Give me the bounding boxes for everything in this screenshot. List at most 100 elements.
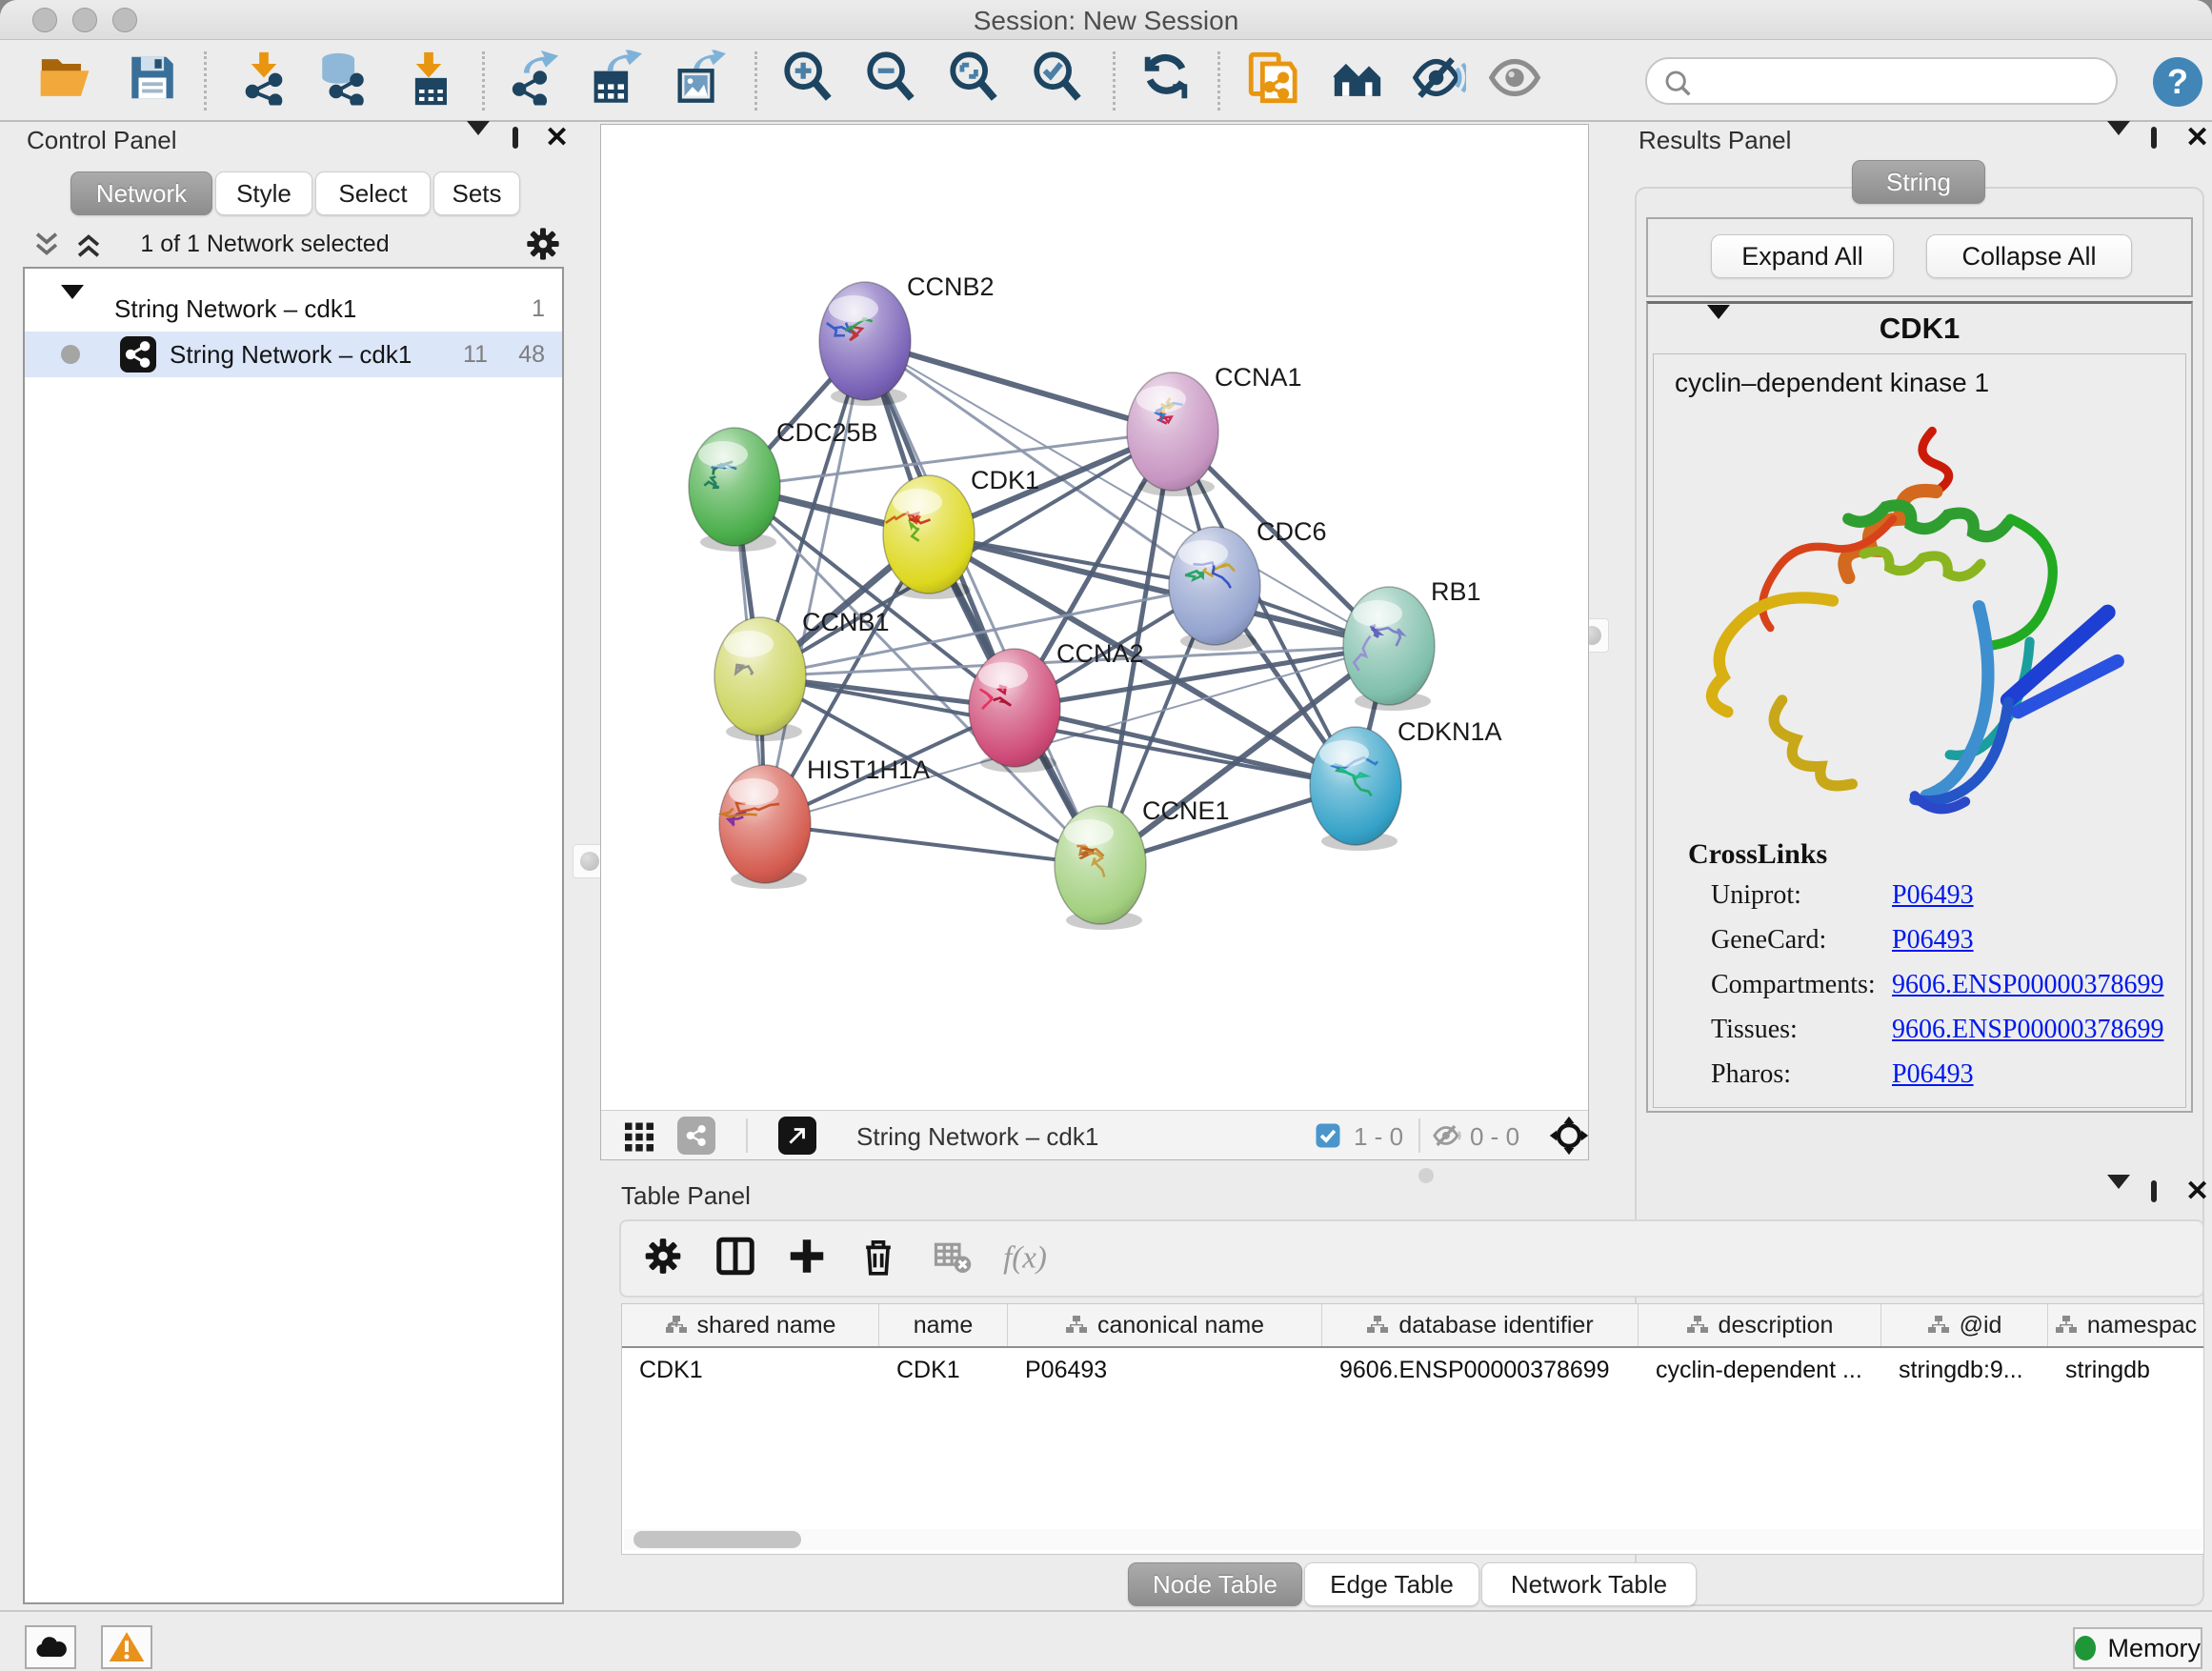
crosslink-link[interactable]: P06493 [1892,925,1974,956]
tab-select[interactable]: Select [315,171,431,215]
zoom-fit-icon[interactable] [946,50,1001,111]
network-thumbnail-icon[interactable] [677,1117,715,1155]
delete-table-icon[interactable] [933,1237,973,1281]
horizontal-scrollbar[interactable] [624,1529,2202,1550]
cell-database-identifier[interactable]: 9606.ENSP00000378699 [1322,1348,1639,1392]
tab-string-results[interactable]: String [1852,160,1985,204]
cell-id[interactable]: stringdb:9... [1881,1348,2048,1392]
zoom-out-icon[interactable] [863,50,918,111]
zoom-selected-icon[interactable] [1030,50,1085,111]
control-panel-float-icon[interactable] [513,130,518,147]
help-button[interactable]: ? [2153,57,2202,107]
network-node[interactable]: CCNA1 [1127,363,1302,496]
network-node[interactable]: CCNB2 [819,272,995,406]
control-panel-menu-icon[interactable] [467,135,490,152]
show-columns-icon[interactable] [714,1235,757,1283]
network-options-gear-icon[interactable] [524,225,562,268]
table-panel-menu-icon[interactable] [2107,1189,2130,1206]
network-node[interactable]: CDKN1A [1310,717,1502,851]
network-node-label: RB1 [1431,577,1481,606]
network-edge[interactable] [765,341,865,824]
import-table-icon[interactable] [401,50,456,111]
tab-sets[interactable]: Sets [433,171,520,215]
table-panel-close-icon[interactable]: ✕ [2185,1181,2209,1202]
expand-all-button[interactable]: Expand All [1711,234,1894,278]
cell-canonical-name[interactable]: P06493 [1008,1348,1322,1392]
column-header[interactable]: shared name [622,1304,879,1346]
network-edge[interactable] [1015,708,1356,786]
tab-network[interactable]: Network [70,171,212,215]
open-session-icon[interactable] [37,50,92,111]
cloud-services-button[interactable] [25,1625,76,1669]
column-header[interactable]: namespac [2048,1304,2203,1346]
cell-name[interactable]: CDK1 [879,1348,1008,1392]
network-collection-row[interactable]: String Network – cdk1 1 [25,286,562,330]
horizontal-scrollbar-thumb[interactable] [633,1531,801,1548]
show-all-icon[interactable] [1487,50,1542,111]
network-edge[interactable] [765,824,1100,865]
cell-description[interactable]: cyclin-dependent ... [1639,1348,1881,1392]
tab-network-table[interactable]: Network Table [1481,1562,1697,1606]
crosslink-link[interactable]: 9606.ENSP00000378699 [1892,970,2163,1000]
table-options-gear-icon[interactable] [642,1236,684,1282]
cell-shared-name[interactable]: CDK1 [622,1348,879,1392]
network-canvas[interactable]: CCNB2CCNA1CDC25BCDK1CDC6RB1CCNB1CCNA2CDK… [600,124,1589,1160]
open-in-window-icon[interactable] [778,1117,816,1155]
column-header[interactable]: canonical name [1008,1304,1322,1346]
bottom-splitter-handle[interactable] [1418,1168,1434,1183]
tab-edge-table[interactable]: Edge Table [1304,1562,1479,1606]
column-header[interactable]: description [1639,1304,1881,1346]
clone-network-icon[interactable] [1244,50,1299,111]
network-node[interactable]: RB1 [1343,577,1481,711]
memory-button[interactable]: Memory [2073,1627,2202,1669]
tab-node-table[interactable]: Node Table [1128,1562,1302,1606]
control-panel-close-icon[interactable]: ✕ [545,128,569,149]
table-panel-float-icon[interactable] [2151,1183,2157,1200]
function-builder-button[interactable]: f(x) [1003,1241,1047,1277]
first-neighbors-icon[interactable] [1330,50,1385,111]
network-edge[interactable] [865,341,1173,432]
network-graph[interactable]: CCNB2CCNA1CDC25BCDK1CDC6RB1CCNB1CCNA2CDK… [601,125,1588,1110]
network-row-selected[interactable]: String Network – cdk1 11 48 [25,332,562,377]
hidden-eye-icon[interactable] [1432,1119,1464,1157]
table-row[interactable]: CDK1 CDK1 P06493 9606.ENSP00000378699 cy… [622,1348,2203,1392]
results-panel-float-icon[interactable] [2151,130,2157,147]
network-node-label: HIST1H1A [807,755,930,784]
search-input[interactable] [1645,57,2118,105]
selected-checkbox-icon[interactable] [1314,1121,1342,1155]
export-network-icon[interactable] [508,50,563,111]
export-image-icon[interactable] [671,50,726,111]
import-network-file-icon[interactable] [236,50,292,111]
warnings-button[interactable] [101,1625,152,1669]
network-node[interactable]: CCNE1 [1055,796,1230,930]
status-network-name: String Network – cdk1 [856,1122,1098,1152]
crosslink-link[interactable]: P06493 [1892,1059,1974,1090]
cdk1-section-header[interactable]: CDK1 [1648,304,2191,353]
collapse-all-button[interactable]: Collapse All [1926,234,2132,278]
column-header[interactable]: name [879,1304,1008,1346]
grid-view-icon[interactable] [622,1118,656,1158]
import-network-database-icon[interactable] [315,50,371,111]
table-toolbar: f(x) [619,1219,2204,1298]
tab-style[interactable]: Style [215,171,312,215]
refresh-icon[interactable] [1138,50,1194,111]
collapse-triangle-icon[interactable] [61,299,84,316]
save-session-icon[interactable] [125,50,180,111]
birds-eye-toggle-icon[interactable] [1548,1115,1590,1161]
network-node[interactable]: HIST1H1A [719,755,930,889]
export-table-icon[interactable] [587,50,642,111]
hide-selected-icon[interactable] [1411,50,1466,111]
zoom-in-icon[interactable] [780,50,835,111]
column-header[interactable]: database identifier [1322,1304,1639,1346]
column-header[interactable]: @id [1881,1304,2048,1346]
network-node[interactable]: CDC25B [689,418,878,552]
results-panel-close-icon[interactable]: ✕ [2185,128,2209,149]
add-column-icon[interactable] [785,1235,829,1283]
results-panel-menu-icon[interactable] [2107,135,2130,152]
delete-column-icon[interactable] [857,1236,899,1282]
network-edge[interactable] [865,341,1100,865]
network-node[interactable]: CCNB1 [714,608,890,741]
crosslink-link[interactable]: P06493 [1892,880,1974,911]
crosslink-link[interactable]: 9606.ENSP00000378699 [1892,1015,2163,1045]
cell-namespace[interactable]: stringdb [2048,1348,2203,1392]
